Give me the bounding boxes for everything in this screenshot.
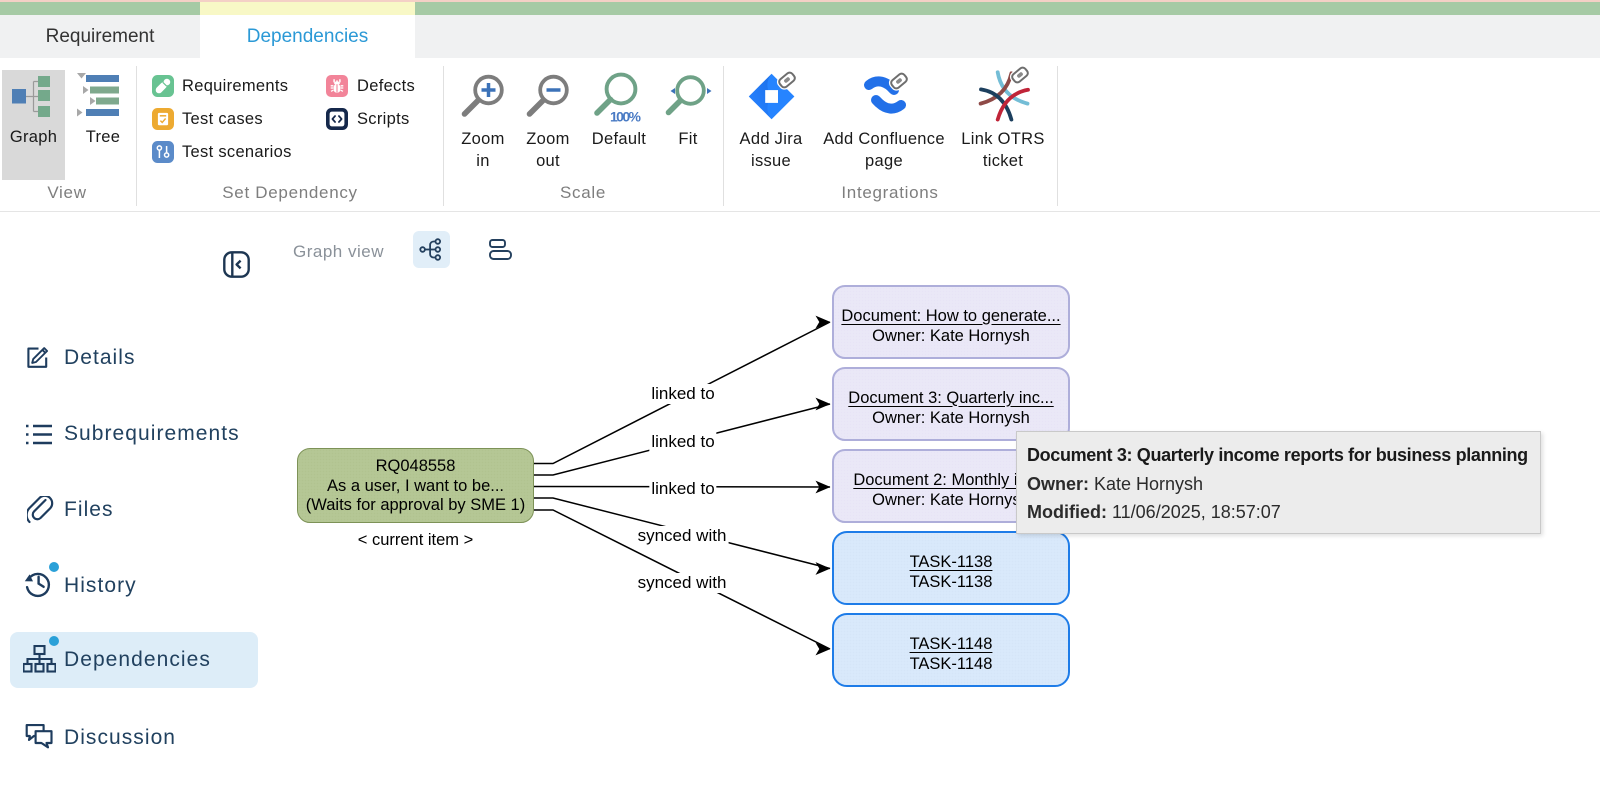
svg-text:100%: 100% — [610, 109, 642, 125]
